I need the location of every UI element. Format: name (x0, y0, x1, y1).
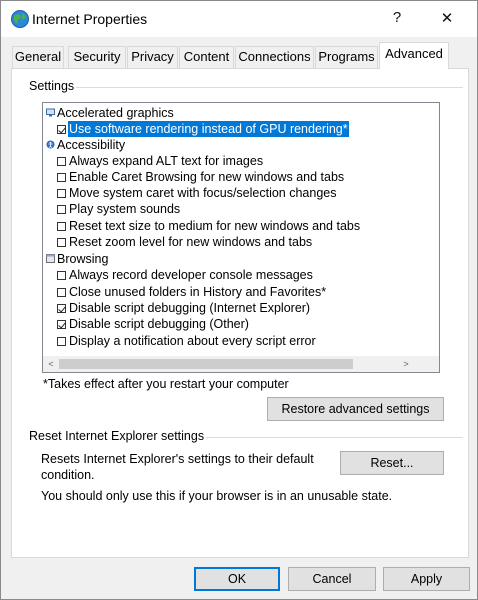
setting-label: Disable script debugging (Internet Explo… (69, 301, 311, 315)
setting-label: Close unused folders in History and Favo… (69, 285, 327, 299)
help-button[interactable]: ? (385, 9, 409, 29)
tab-advanced[interactable]: Advanced (379, 42, 449, 69)
settings-group-label: Settings (27, 79, 77, 93)
tab-connections[interactable]: Connections (235, 46, 314, 68)
tab-privacy[interactable]: Privacy (127, 46, 178, 68)
browsing-icon (46, 254, 55, 263)
checkbox[interactable] (57, 125, 66, 134)
setting-label: Reset text size to medium for new window… (69, 219, 361, 233)
checkbox[interactable] (57, 189, 66, 198)
window-title: Internet Properties (32, 11, 148, 27)
checkbox[interactable] (57, 205, 66, 214)
horizontal-scrollbar-thumb[interactable] (59, 359, 353, 369)
setting-label: Always expand ALT text for images (69, 154, 264, 168)
reset-button[interactable]: Reset... (340, 451, 444, 475)
setting-label: Disable script debugging (Other) (69, 317, 249, 331)
checkbox[interactable] (57, 222, 66, 231)
internet-properties-dialog: Internet Properties ? ✕ General Security… (0, 0, 478, 600)
checkbox[interactable] (57, 173, 66, 182)
category-label: Browsing (57, 252, 109, 266)
reset-warning: You should only use this if your browser… (41, 489, 393, 503)
scroll-right-arrow-icon[interactable]: ˃ (398, 356, 414, 372)
checkbox[interactable] (57, 238, 66, 247)
checkbox[interactable] (57, 320, 66, 329)
checkbox[interactable] (57, 271, 66, 280)
internet-explorer-globe-icon (11, 10, 29, 28)
settings-group-line (29, 87, 463, 88)
accessibility-icon (46, 140, 55, 149)
category-label: Accelerated graphics (57, 106, 174, 120)
setting-label: Reset zoom level for new windows and tab… (69, 235, 313, 249)
checkbox[interactable] (57, 288, 66, 297)
tab-content[interactable]: Content (179, 46, 234, 68)
setting-label: Display a notification about every scrip… (69, 334, 316, 348)
tab-general[interactable]: General (12, 46, 64, 68)
restore-advanced-settings-button[interactable]: Restore advanced settings (267, 397, 444, 421)
close-button[interactable]: ✕ (435, 9, 459, 29)
reset-group-label: Reset Internet Explorer settings (27, 429, 207, 443)
setting-label: Play system sounds (69, 202, 181, 216)
advanced-settings-list[interactable]: Accelerated graphics Use software render… (42, 102, 440, 373)
tab-security[interactable]: Security (68, 46, 126, 68)
setting-label: Use software rendering instead of GPU re… (68, 121, 349, 137)
scroll-left-arrow-icon[interactable]: ˂ (43, 356, 59, 372)
ok-button[interactable]: OK (194, 567, 280, 591)
title-bar[interactable]: Internet Properties ? ✕ (1, 1, 477, 37)
setting-label: Enable Caret Browsing for new windows an… (69, 170, 345, 184)
cancel-button[interactable]: Cancel (288, 567, 376, 591)
setting-label: Move system caret with focus/selection c… (69, 186, 337, 200)
checkbox[interactable] (57, 337, 66, 346)
monitor-icon (46, 108, 55, 117)
tab-programs[interactable]: Programs (315, 46, 378, 68)
restart-footnote: *Takes effect after you restart your com… (43, 377, 289, 391)
checkbox[interactable] (57, 157, 66, 166)
checkbox[interactable] (57, 304, 66, 313)
category-label: Accessibility (57, 138, 126, 152)
apply-button[interactable]: Apply (383, 567, 470, 591)
setting-label: Always record developer console messages (69, 268, 313, 282)
reset-description: Resets Internet Explorer's settings to t… (41, 452, 314, 482)
